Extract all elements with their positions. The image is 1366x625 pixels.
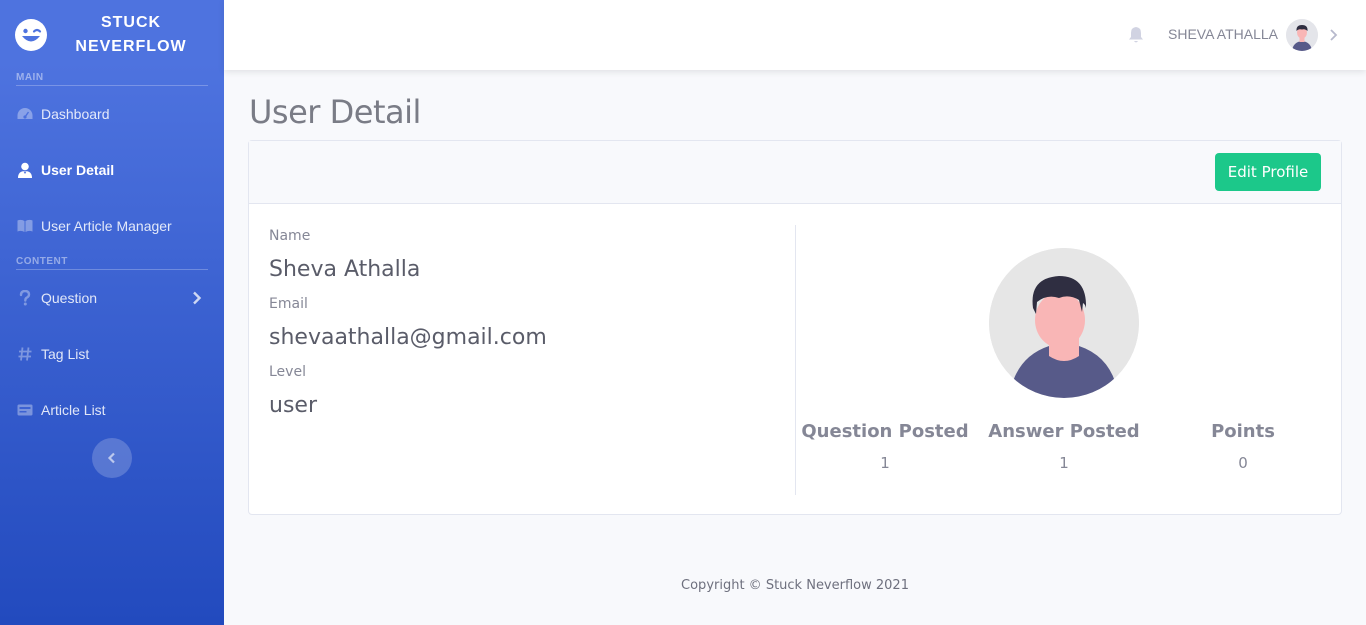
user-name[interactable]: SHEVA ATHALLA: [1168, 26, 1278, 42]
stat-title: Answer Posted: [988, 421, 1140, 442]
profile-avatar: [989, 248, 1139, 398]
sidebar-heading-content: CONTENT: [16, 256, 68, 267]
chevron-left-icon: [107, 452, 115, 464]
brand-link[interactable]: STUCK NEVERFLOW: [0, 0, 224, 70]
topbar: SHEVA ATHALLA: [224, 0, 1366, 70]
edit-profile-button[interactable]: Edit Profile: [1215, 153, 1321, 191]
column-divider: [795, 225, 796, 495]
sidebar-item-tag-list[interactable]: Tag List: [0, 326, 224, 382]
footer-copyright: Copyright © Stuck Neverflow 2021: [681, 578, 909, 593]
sidebar-item-label: User Article Manager: [41, 218, 172, 234]
chevron-right-icon[interactable]: [1328, 28, 1338, 42]
sidebar-item-user-detail[interactable]: User Detail: [0, 142, 224, 198]
stat-title: Question Posted: [801, 421, 969, 442]
question-icon: [17, 290, 33, 306]
sidebar-item-label: Tag List: [41, 346, 90, 362]
user-detail-card: Edit Profile Name Sheva Athalla Email sh…: [248, 140, 1342, 515]
user-icon: [17, 162, 33, 178]
stat-question-posted: Question Posted 1: [800, 421, 970, 472]
level-value: user: [269, 393, 317, 418]
book-icon: [17, 218, 33, 234]
dashboard-icon: [17, 106, 33, 122]
sidebar-item-label: Question: [41, 290, 98, 306]
sidebar-item-label: User Detail: [41, 162, 115, 178]
sidebar-item-label: Article List: [41, 402, 106, 418]
sidebar-item-dashboard[interactable]: Dashboard: [0, 86, 224, 142]
stat-value: 0: [1238, 454, 1248, 472]
name-label: Name: [269, 228, 311, 244]
bell-icon[interactable]: [1128, 26, 1144, 44]
sidebar-item-user-article-manager[interactable]: User Article Manager: [0, 198, 224, 254]
page-title: User Detail: [249, 93, 421, 131]
sidebar-item-question[interactable]: Question: [0, 270, 224, 326]
chevron-right-icon: [193, 291, 202, 305]
card-header: Edit Profile: [249, 141, 1341, 204]
email-value: shevaathalla@gmail.com: [269, 325, 547, 350]
user-info: Name Sheva Athalla Email shevaathalla@gm…: [269, 225, 789, 429]
level-label: Level: [269, 364, 306, 380]
brand-name: STUCK NEVERFLOW: [75, 14, 187, 55]
sidebar-toggle-button[interactable]: [92, 438, 132, 478]
sidebar-item-label: Dashboard: [41, 106, 110, 122]
stat-value: 1: [1059, 454, 1069, 472]
name-value: Sheva Athalla: [269, 257, 421, 282]
hashtag-icon: [17, 346, 33, 362]
laugh-wink-icon: [15, 19, 47, 51]
stat-answer-posted: Answer Posted 1: [979, 421, 1149, 472]
sidebar-item-article-list[interactable]: Article List: [0, 382, 224, 438]
email-label: Email: [269, 296, 308, 312]
newspaper-icon: [17, 402, 33, 418]
stat-points: Points 0: [1158, 421, 1328, 472]
stat-title: Points: [1211, 421, 1275, 442]
stat-value: 1: [880, 454, 890, 472]
sidebar: STUCK NEVERFLOW MAIN Dashboard User Deta…: [0, 0, 224, 625]
sidebar-heading-main: MAIN: [16, 72, 44, 83]
avatar[interactable]: [1286, 19, 1318, 51]
